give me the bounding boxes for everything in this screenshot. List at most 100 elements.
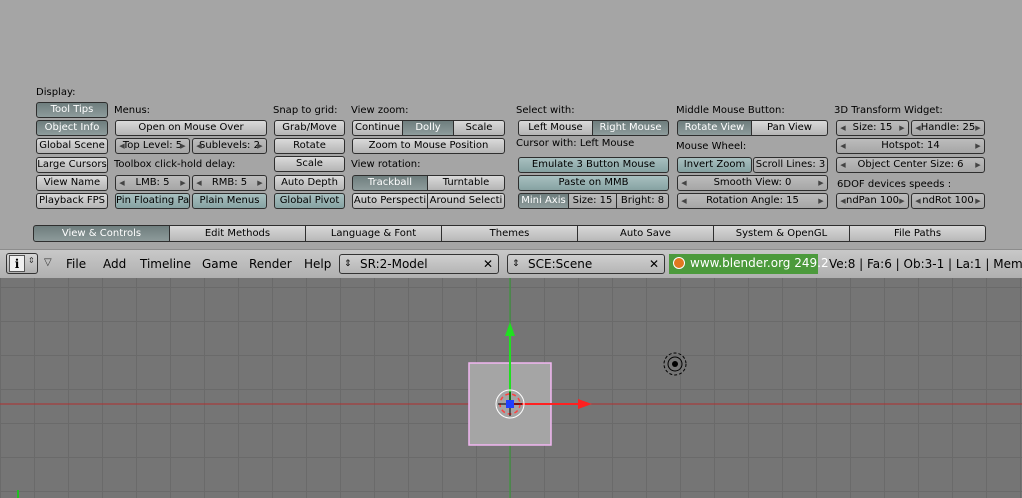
scene-selector[interactable]: ⇕ SCE:Scene ✕ (507, 254, 665, 274)
ndof-heading: 6DOF devices speeds : (837, 179, 952, 190)
tab-file-paths[interactable]: File Paths (850, 225, 986, 242)
select-with-heading: Select with: (516, 105, 575, 116)
ndrot-field[interactable]: ◀ ndRot 100 ▶ (911, 193, 985, 209)
global-pivot-toggle[interactable]: Global Pivot (274, 193, 345, 209)
tab-language-font[interactable]: Language & Font (306, 225, 442, 242)
zoom-to-mouse-position-toggle[interactable]: Zoom to Mouse Position (352, 138, 505, 154)
blender-version-banner: www.blender.org 249.2 (669, 254, 829, 274)
middle-mouse-heading: Middle Mouse Button: (676, 105, 785, 116)
scene-stats: Ve:8 | Fa:6 | Ob:3-1 | La:1 | Mem (829, 257, 1022, 271)
widget-handle-field[interactable]: ◀ Handle: 25 ▶ (911, 120, 985, 136)
mmb-rotate-view-option[interactable]: Rotate View (677, 120, 752, 136)
tab-themes[interactable]: Themes (442, 225, 578, 242)
screen-selector[interactable]: ⇕ SR:2-Model ✕ (339, 254, 499, 274)
scene-name[interactable]: SCE:Scene (528, 255, 592, 273)
menu-help[interactable]: Help (304, 257, 331, 271)
object-origin (506, 400, 514, 408)
tab-view-controls[interactable]: View & Controls (33, 225, 170, 242)
large-cursors-toggle[interactable]: Large Cursors (36, 157, 108, 173)
screen-browse-icon[interactable]: ⇕ (344, 255, 352, 273)
select-right-mouse-option[interactable]: Right Mouse (593, 120, 669, 136)
tab-edit-methods[interactable]: Edit Methods (170, 225, 306, 242)
tab-system-opengl[interactable]: System & OpenGL (714, 225, 850, 242)
3d-viewport[interactable] (0, 278, 1022, 498)
tool-tips-toggle[interactable]: Tool Tips (36, 102, 108, 118)
widget-size-field[interactable]: ◀ Size: 15 ▶ (836, 120, 909, 136)
hotspot-field[interactable]: ◀ Hotspot: 14 ▶ (836, 138, 985, 154)
ndrot-value: ndRot 100 (922, 195, 974, 206)
invert-zoom-toggle[interactable]: Invert Zoom (677, 157, 752, 173)
scroll-lines-field[interactable]: Scroll Lines: 3 (753, 157, 828, 173)
sublevels-field[interactable]: ◀ Sublevels: 2 ▶ (192, 138, 267, 154)
object-center-size-value: Object Center Size: 6 (857, 159, 964, 170)
around-selection-toggle[interactable]: Around Selecti (428, 193, 505, 209)
pin-floating-panels-toggle[interactable]: Pin Floating Pa (115, 193, 190, 209)
info-header: i ⇕ ▽ File Add Timeline Game Render Help… (0, 249, 1022, 279)
blender-logo-icon (673, 257, 685, 269)
open-on-mouse-over-toggle[interactable]: Open on Mouse Over (115, 120, 267, 136)
tab-auto-save[interactable]: Auto Save (578, 225, 714, 242)
zoom-scale-option[interactable]: Scale (454, 120, 505, 136)
rmb-delay-field[interactable]: ◀ RMB: 5 ▶ (192, 175, 267, 191)
snap-heading: Snap to grid: (273, 105, 338, 116)
scene-delete-icon[interactable]: ✕ (646, 255, 662, 273)
auto-depth-toggle[interactable]: Auto Depth (274, 175, 345, 191)
mini-axis-bright-value: Bright: 8 (620, 195, 665, 206)
emulate-3-button-mouse-toggle[interactable]: Emulate 3 Button Mouse (518, 157, 669, 173)
global-scene-toggle[interactable]: Global Scene (36, 138, 108, 154)
rmb-delay-value: RMB: 5 (211, 177, 248, 188)
lamp-center (672, 361, 678, 367)
mmb-pan-view-option[interactable]: Pan View (752, 120, 828, 136)
lmb-delay-field[interactable]: ◀ LMB: 5 ▶ (115, 175, 190, 191)
transform-widget-heading: 3D Transform Widget: (834, 105, 943, 116)
select-left-mouse-option[interactable]: Left Mouse (518, 120, 593, 136)
viewport-overlay (0, 278, 1022, 498)
plain-menus-toggle[interactable]: Plain Menus (192, 193, 267, 209)
screen-name[interactable]: SR:2-Model (360, 255, 428, 273)
top-level-value: Top Level: 5 (122, 140, 183, 151)
snap-grab-move-toggle[interactable]: Grab/Move (274, 120, 345, 136)
mini-axis-toggle[interactable]: Mini Axis (518, 193, 569, 209)
blender-website-label: www.blender.org 249.2 (690, 256, 829, 270)
top-level-field[interactable]: ◀ Top Level: 5 ▶ (115, 138, 190, 154)
zoom-continue-option[interactable]: Continue (352, 120, 403, 136)
zoom-dolly-option[interactable]: Dolly (403, 120, 454, 136)
ndpan-field[interactable]: ◀ ndPan 100 ▶ (836, 193, 909, 209)
updown-arrows-icon: ⇕ (28, 256, 35, 265)
toolbox-delay-heading: Toolbox click-hold delay: (114, 159, 236, 170)
scroll-lines-value: Scroll Lines: 3 (755, 159, 826, 170)
editor-type-selector[interactable]: i ⇕ (6, 253, 38, 274)
widget-handle-value: Handle: 25 (920, 122, 976, 133)
widget-size-value: Size: 15 (852, 122, 893, 133)
rotation-trackball-option[interactable]: Trackball (352, 175, 428, 191)
cursor-with-label: Cursor with: Left Mouse (516, 138, 635, 149)
mini-axis-size-value: Size: 15 (572, 195, 613, 206)
snap-rotate-toggle[interactable]: Rotate (274, 138, 345, 154)
menus-heading: Menus: (114, 105, 151, 116)
smooth-view-field[interactable]: ◀ Smooth View: 0 ▶ (677, 175, 828, 191)
playback-fps-toggle[interactable]: Playback FPS (36, 193, 108, 209)
view-name-toggle[interactable]: View Name (36, 175, 108, 191)
sublevels-value: Sublevels: 2 (199, 140, 260, 151)
paste-on-mmb-toggle[interactable]: Paste on MMB (518, 175, 669, 191)
object-center-size-field[interactable]: ◀ Object Center Size: 6 ▶ (836, 157, 985, 173)
hotspot-value: Hotspot: 14 (881, 140, 940, 151)
collapse-menus-icon[interactable]: ▽ (44, 257, 52, 268)
menu-file[interactable]: File (66, 257, 86, 271)
mini-axis-size-field[interactable]: Size: 15 (569, 193, 617, 209)
menu-game[interactable]: Game (202, 257, 238, 271)
screen-delete-icon[interactable]: ✕ (480, 255, 496, 273)
rotation-angle-field[interactable]: ◀ Rotation Angle: 15 ▶ (677, 193, 828, 209)
auto-perspective-toggle[interactable]: Auto Perspecti (352, 193, 428, 209)
info-icon: i (9, 255, 25, 272)
object-info-toggle[interactable]: Object Info (36, 120, 108, 136)
mini-axis-bright-field[interactable]: Bright: 8 (617, 193, 669, 209)
scene-browse-icon[interactable]: ⇕ (512, 255, 520, 273)
x-manipulator-arrowhead (578, 399, 592, 409)
snap-scale-toggle[interactable]: Scale (274, 156, 345, 172)
menu-timeline[interactable]: Timeline (140, 257, 191, 271)
menu-add[interactable]: Add (103, 257, 126, 271)
rotation-turntable-option[interactable]: Turntable (428, 175, 505, 191)
menu-render[interactable]: Render (249, 257, 292, 271)
y-manipulator-arrowhead (505, 322, 515, 336)
